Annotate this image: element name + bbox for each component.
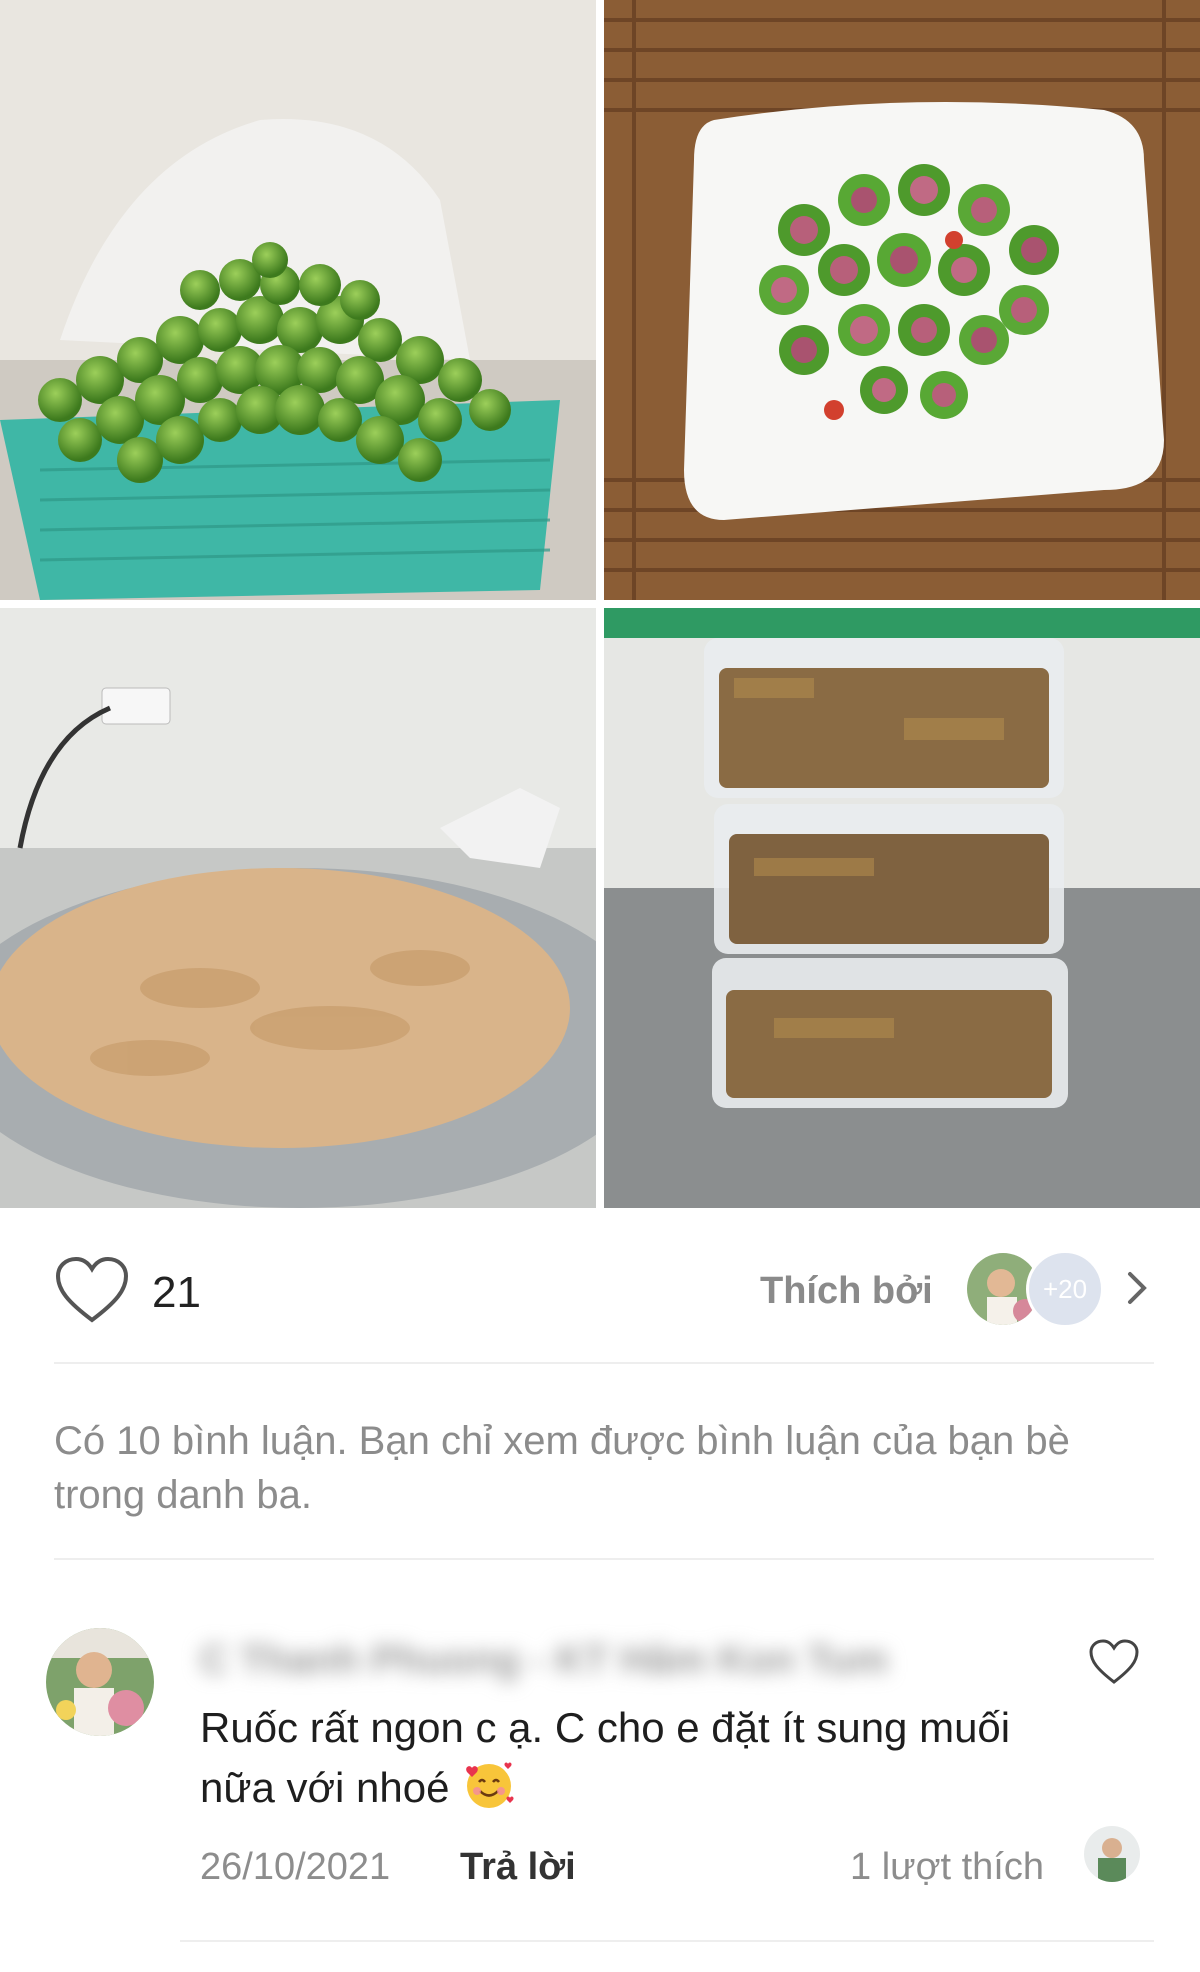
heart-outline-icon[interactable] [54, 1256, 130, 1326]
divider [180, 1940, 1154, 1942]
comment-heart-icon[interactable] [1088, 1638, 1140, 1686]
comment-likes-count[interactable]: 1 lượt thích [850, 1846, 1044, 1889]
comments-notice: Có 10 bình luận. Bạn chỉ xem được bình l… [54, 1419, 1070, 1517]
comment-body: Ruốc rất ngon c ạ. C cho e đặt ít sung m… [200, 1704, 1011, 1811]
comment-author-avatar[interactable] [46, 1628, 154, 1736]
chevron-right-icon[interactable] [1124, 1266, 1152, 1310]
photo-grid [0, 0, 1200, 1208]
photo-figs-basket[interactable] [0, 0, 596, 600]
like-count: 21 [152, 1268, 201, 1317]
reply-button[interactable]: Trả lời [460, 1846, 576, 1889]
photo-pork-floss-tray[interactable] [0, 608, 596, 1208]
comment-date: 26/10/2021 [200, 1846, 391, 1888]
liked-by-label[interactable]: Thích bởi [760, 1270, 933, 1313]
photo-floss-containers[interactable] [604, 608, 1200, 1208]
divider [54, 1362, 1154, 1364]
liked-by-more-badge[interactable]: +20 [1026, 1250, 1104, 1328]
comment-item: C Thanh Phuong - KT Hâm Kon Tum Ruốc rất… [0, 1600, 1200, 1940]
comment-author-name[interactable]: C Thanh Phuong - KT Hâm Kon Tum [200, 1638, 888, 1683]
smiling-face-with-hearts-emoji [466, 1762, 514, 1808]
divider [54, 1558, 1154, 1560]
like-row: 21 Thích bởi +20 [0, 1208, 1200, 1368]
photo-pickled-figs-plate[interactable] [604, 0, 1200, 600]
comment-liker-avatar[interactable] [1084, 1826, 1140, 1882]
comment-text: Ruốc rất ngon c ạ. C cho e đặt ít sung m… [200, 1698, 1080, 1818]
